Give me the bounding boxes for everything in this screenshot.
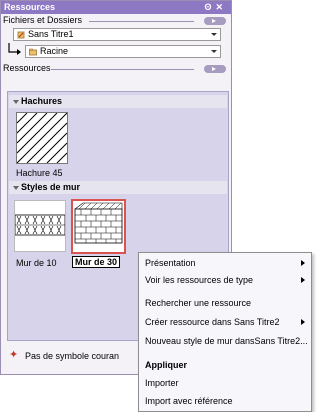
submenu-arrow-icon bbox=[301, 260, 305, 266]
triangle-down-icon bbox=[13, 186, 19, 190]
hatch-label: Hachure 45 bbox=[16, 168, 63, 178]
folder-dropdown[interactable]: Racine bbox=[25, 45, 221, 58]
file-dropdown-value: Sans Titre1 bbox=[28, 29, 74, 39]
menu-item-label: Rechercher une ressource bbox=[145, 298, 252, 308]
wall-style-thumbnail[interactable] bbox=[14, 200, 66, 252]
brick-pattern-icon bbox=[74, 202, 123, 244]
submenu-arrow-icon bbox=[301, 319, 305, 325]
folder-icon bbox=[29, 48, 37, 56]
menu-item-label: Présentation bbox=[145, 258, 196, 268]
status-text: Pas de symbole courant bbox=[25, 351, 119, 361]
category-header-hachures[interactable]: Hachures bbox=[9, 95, 227, 108]
category-name: Styles de mur bbox=[21, 182, 81, 192]
resources-collapse-toggle[interactable] bbox=[204, 65, 226, 73]
menu-item-apply[interactable]: Appliquer bbox=[145, 359, 307, 372]
status-bar: ✦ Pas de symbole courant bbox=[9, 350, 119, 362]
category-header-wall-styles[interactable]: Styles de mur bbox=[9, 181, 227, 194]
wall-style-label: Mur de 10 bbox=[16, 258, 57, 268]
category-name: Hachures bbox=[21, 96, 63, 106]
hatch-pattern-icon bbox=[16, 112, 68, 164]
menu-item-import-with-reference[interactable]: Import avec référence bbox=[145, 395, 307, 408]
menu-item-import[interactable]: Importer bbox=[145, 377, 307, 390]
menu-item-new-wall-style[interactable]: Nouveau style de mur dansSans Titre2... bbox=[145, 335, 308, 348]
file-icon bbox=[17, 31, 25, 39]
submenu-arrow-icon bbox=[301, 277, 305, 283]
context-menu: Présentation Voir les ressources de type… bbox=[138, 252, 312, 412]
menu-item-label: Importer bbox=[145, 378, 179, 388]
menu-item-label: Voir les ressources de type bbox=[145, 275, 254, 285]
resources-section-label: Ressources bbox=[3, 63, 51, 73]
files-collapse-toggle[interactable] bbox=[204, 17, 226, 25]
wall-style-label-selected: Mur de 30 bbox=[72, 256, 121, 268]
palette-titlebar[interactable]: Ressources ʘ✕ bbox=[1, 1, 231, 14]
chevron-down-icon bbox=[211, 33, 217, 36]
close-icon[interactable]: ✕ bbox=[215, 2, 227, 12]
menu-item-label: Créer ressource dans Sans Titre2 bbox=[145, 317, 280, 327]
menu-item-label: Import avec référence bbox=[145, 396, 233, 406]
menu-item-label: Nouveau style de mur dansSans Titre2... bbox=[145, 336, 308, 346]
crosshair-symbol-icon: ✦ bbox=[9, 350, 19, 361]
folder-level-arrow-icon bbox=[8, 43, 21, 55]
section-divider bbox=[89, 21, 194, 22]
triangle-down-icon bbox=[13, 100, 19, 104]
palette-title: Ressources bbox=[4, 2, 56, 12]
pin-icon[interactable]: ʘ bbox=[204, 2, 215, 12]
hatch-thumbnail[interactable] bbox=[16, 112, 68, 164]
folder-dropdown-value: Racine bbox=[40, 46, 69, 56]
menu-item-presentation[interactable]: Présentation bbox=[145, 257, 307, 270]
files-section-label: Fichiers et Dossiers bbox=[3, 15, 83, 25]
section-divider bbox=[51, 69, 194, 70]
wall-pattern-icon bbox=[14, 214, 66, 236]
window-controls[interactable]: ʘ✕ bbox=[204, 1, 227, 14]
menu-item-search-resource[interactable]: Rechercher une ressource bbox=[145, 297, 307, 310]
menu-item-create-resource[interactable]: Créer ressource dans Sans Titre2 bbox=[145, 316, 307, 329]
file-dropdown[interactable]: Sans Titre1 bbox=[13, 28, 221, 41]
menu-item-view-resources-by-type[interactable]: Voir les ressources de type bbox=[145, 274, 307, 287]
menu-item-label: Appliquer bbox=[145, 360, 187, 370]
wall-style-thumbnail-selected[interactable] bbox=[71, 199, 126, 254]
chevron-down-icon bbox=[211, 50, 217, 53]
